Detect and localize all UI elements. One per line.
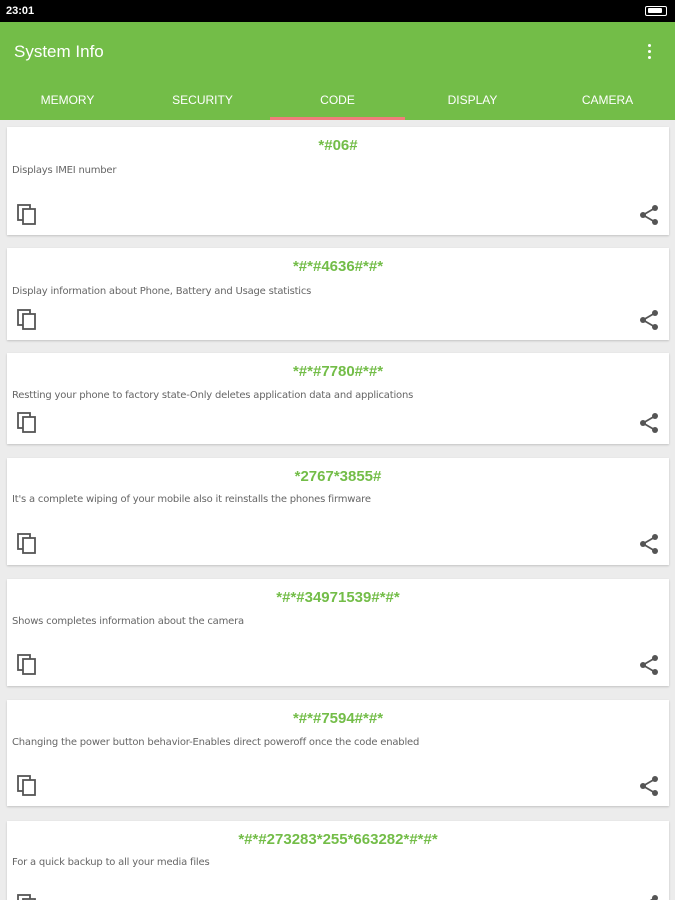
code-description: Display information about Phone, Battery… bbox=[12, 286, 312, 297]
code-value: *#*#7594#*#* bbox=[292, 710, 384, 727]
copy-icon[interactable] bbox=[15, 774, 39, 798]
code-value: *#06# bbox=[318, 137, 358, 154]
code-card: *#*#34971539#*#* Shows completes informa… bbox=[7, 579, 669, 686]
share-icon[interactable] bbox=[637, 411, 661, 435]
code-description: For a quick backup to all your media fil… bbox=[12, 857, 210, 868]
code-description: It's a complete wiping of your mobile al… bbox=[12, 494, 371, 505]
code-value: *#*#34971539#*#* bbox=[276, 589, 400, 606]
tab-display[interactable]: DISPLAY bbox=[405, 80, 540, 120]
code-description: Displays IMEI number bbox=[12, 165, 117, 176]
code-card: *#*#4636#*#* Display information about P… bbox=[7, 248, 669, 340]
tab-security[interactable]: SECURITY bbox=[135, 80, 270, 120]
code-value: *#*#7780#*#* bbox=[292, 363, 384, 380]
tab-memory[interactable]: MEMORY bbox=[0, 80, 135, 120]
overflow-menu-icon[interactable] bbox=[639, 41, 659, 61]
battery-icon bbox=[645, 6, 667, 16]
code-value: *#*#273283*255*663282*#*#* bbox=[238, 831, 438, 848]
code-value: *2767*3855# bbox=[294, 468, 382, 485]
code-card: *#*#273283*255*663282*#*#* For a quick b… bbox=[7, 821, 669, 900]
app-bar: System Info MEMORY SECURITY CODE DISPLAY… bbox=[0, 22, 675, 120]
share-icon[interactable] bbox=[637, 203, 661, 227]
share-icon[interactable] bbox=[637, 653, 661, 677]
copy-icon[interactable] bbox=[15, 653, 39, 677]
code-description: Shows completes information about the ca… bbox=[12, 616, 244, 627]
code-description: Restting your phone to factory state-Onl… bbox=[12, 390, 414, 401]
status-bar: 23:01 bbox=[0, 0, 675, 22]
code-card: *2767*3855# It's a complete wiping of yo… bbox=[7, 458, 669, 565]
copy-icon[interactable] bbox=[15, 411, 39, 435]
code-card: *#06# Displays IMEI number bbox=[7, 127, 669, 235]
code-description: Changing the power button behavior-Enabl… bbox=[12, 737, 420, 748]
tab-camera[interactable]: CAMERA bbox=[540, 80, 675, 120]
app-title: System Info bbox=[14, 42, 104, 61]
status-time: 23:01 bbox=[6, 5, 35, 17]
code-value: *#*#4636#*#* bbox=[292, 258, 384, 275]
copy-icon[interactable] bbox=[15, 203, 39, 227]
share-icon[interactable] bbox=[637, 532, 661, 556]
code-card: *#*#7780#*#* Restting your phone to fact… bbox=[7, 353, 669, 444]
share-icon[interactable] bbox=[637, 774, 661, 798]
tab-bar: MEMORY SECURITY CODE DISPLAY CAMERA bbox=[0, 80, 675, 120]
copy-icon[interactable] bbox=[15, 308, 39, 332]
share-icon[interactable] bbox=[637, 893, 661, 900]
code-list: *#06# Displays IMEI number *#*#4636#*#* … bbox=[0, 120, 675, 900]
copy-icon[interactable] bbox=[15, 893, 39, 900]
copy-icon[interactable] bbox=[15, 532, 39, 556]
code-card: *#*#7594#*#* Changing the power button b… bbox=[7, 700, 669, 806]
share-icon[interactable] bbox=[637, 308, 661, 332]
tab-code[interactable]: CODE bbox=[270, 80, 405, 120]
